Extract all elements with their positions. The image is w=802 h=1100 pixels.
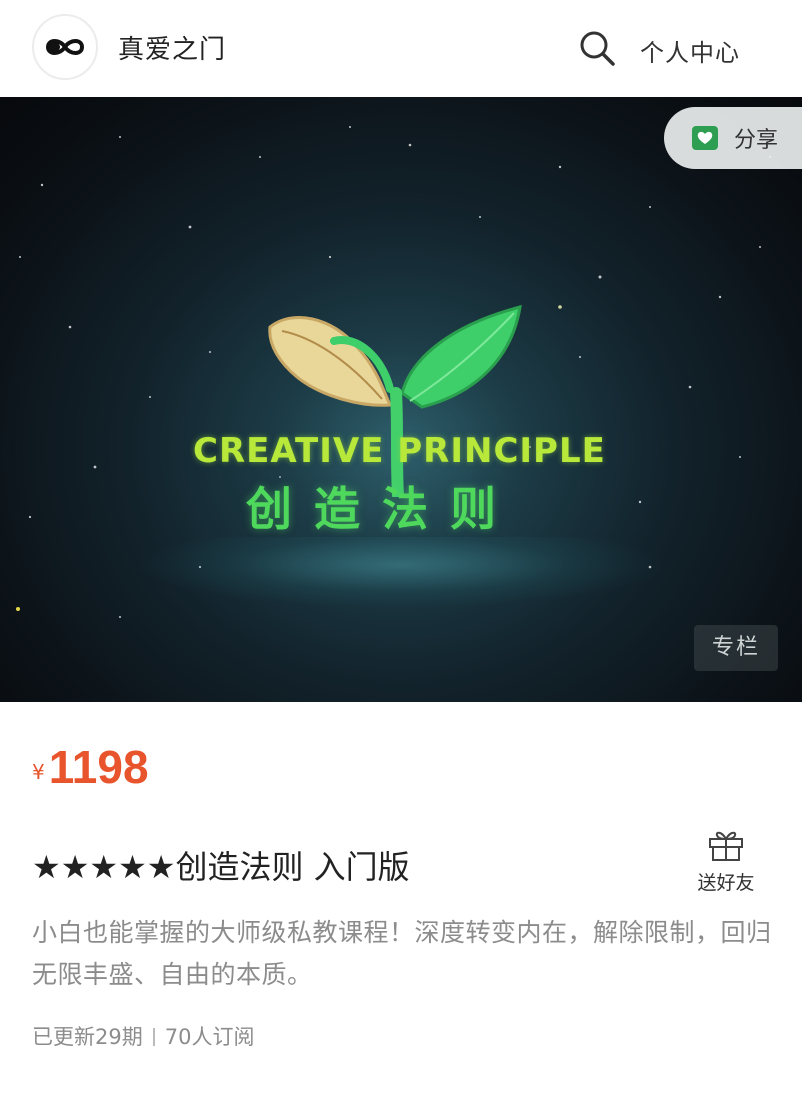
share-button[interactable]: 分享 — [664, 107, 802, 169]
column-tag: 专栏 — [694, 625, 778, 671]
top-bar: 真爱之门 个人中心 — [0, 0, 802, 97]
course-meta: 已更新29期 70人订阅 — [32, 1021, 254, 1051]
search-button[interactable] — [577, 28, 617, 68]
personal-center-link[interactable]: 个人中心 — [640, 33, 740, 68]
course-title: ★★★★★创造法则 入门版 — [32, 848, 410, 886]
price-value: 1198 — [48, 741, 149, 793]
price: ¥1198 — [32, 740, 149, 794]
course-description: 小白也能掌握的大师级私教课程！深度转变内在，解除限制，回归无限丰盛、自由的本质。 — [32, 918, 772, 989]
course-cover-image: CREATIVE PRINCIPLE 创造法则 分享 专栏 — [0, 97, 802, 702]
shop-name[interactable]: 真爱之门 — [118, 29, 226, 66]
meta-divider — [152, 1028, 155, 1046]
banner-title-chinese: 创造法则 — [246, 482, 518, 536]
gift-icon — [709, 831, 743, 861]
currency-symbol: ¥ — [32, 760, 45, 784]
wechat-share-icon — [692, 126, 718, 150]
subscriber-count: 70人订阅 — [164, 1025, 255, 1049]
gift-to-friend-button[interactable]: 送好友 — [690, 826, 762, 896]
shop-logo[interactable] — [32, 14, 98, 80]
banner-title-english: CREATIVE PRINCIPLE — [193, 431, 606, 471]
infinity-icon — [45, 39, 85, 55]
share-label: 分享 — [734, 128, 779, 153]
glow-floor — [140, 537, 660, 607]
search-icon — [580, 31, 615, 66]
gift-label: 送好友 — [697, 872, 755, 894]
update-count: 已更新29期 — [32, 1025, 143, 1049]
